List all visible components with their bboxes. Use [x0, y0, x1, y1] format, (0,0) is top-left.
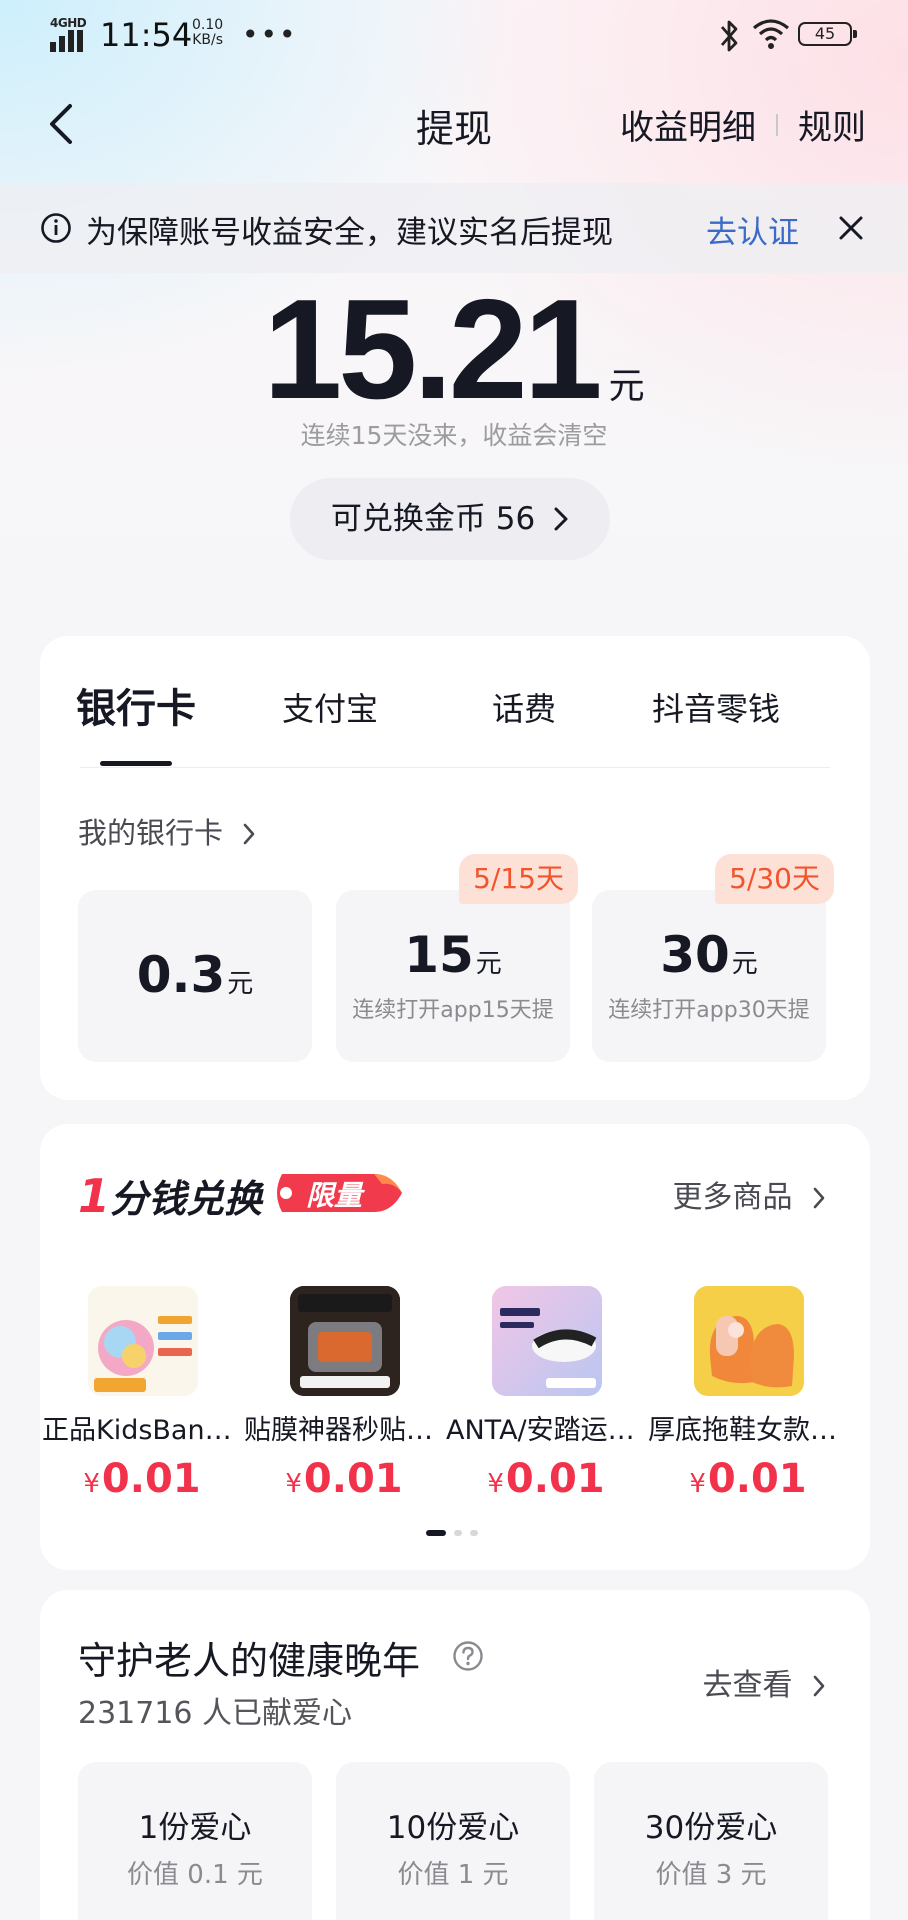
charity-card: 守护老人的健康晚年 231716 人已献爱心 去查看 1份爱心 价值 0.1 元… [40, 1590, 870, 1920]
network-type: 4GHD [50, 16, 87, 30]
close-icon[interactable] [836, 213, 866, 243]
withdraw-option-15[interactable]: 5/15天 15元 连续打开app15天提 [336, 854, 578, 1062]
withdraw-option-0-3[interactable]: 0.3元 [78, 890, 312, 1062]
product-image-hair-ties [88, 1286, 198, 1396]
option-condition: 连续打开app30天提 [608, 998, 810, 1023]
verify-notice-bar: 为保障账号收益安全，建议实名后提现 去认证 [0, 183, 908, 273]
signal-icon: 4GHD [50, 16, 88, 52]
product-price: ¥0.01 [285, 1456, 403, 1502]
charity-title: 守护老人的健康晚年 [78, 1639, 421, 1683]
earnings-detail-link[interactable]: 收益明细 [620, 100, 756, 149]
deals-title: 1分钱兑换 [78, 1169, 263, 1223]
help-question-icon[interactable] [452, 1640, 484, 1672]
chevron-right-icon [813, 1675, 825, 1697]
donation-option-10[interactable]: 10份爱心 价值 1 元 [336, 1762, 570, 1920]
status-time: 11:54 [100, 16, 193, 54]
battery-icon: 45 [798, 22, 857, 46]
limited-badge: 限量 [270, 1168, 406, 1218]
more-dots-icon: ••• [242, 18, 298, 51]
product-image-slippers [694, 1286, 804, 1396]
more-products-link[interactable]: 更多商品 [672, 1172, 826, 1216]
tab-divider [80, 767, 830, 768]
chevron-right-icon [554, 507, 568, 531]
balance-amount: 15.21 元 [263, 270, 645, 429]
tab-bank-card[interactable]: 银行卡 [76, 676, 196, 734]
progress-badge: 5/15天 [459, 854, 578, 904]
nav-divider [776, 113, 778, 136]
donation-option-30[interactable]: 30份爱心 价值 3 元 [594, 1762, 828, 1920]
chevron-right-icon [243, 823, 255, 845]
withdraw-option-30[interactable]: 5/30天 30元 连续打开app30天提 [592, 854, 834, 1062]
active-tab-indicator [100, 761, 172, 766]
product-name: ANTA/安踏运动发带 [446, 1415, 646, 1446]
donor-count: 231716 人已献爱心 [78, 1696, 353, 1731]
bluetooth-icon [720, 20, 738, 52]
product-name: 厚底拖鞋女款夏季 [648, 1415, 848, 1446]
tab-phone-credit[interactable]: 话费 [492, 684, 556, 730]
product-price: ¥0.01 [689, 1456, 807, 1502]
withdraw-method-card: 银行卡 支付宝 话费 抖音零钱 我的银行卡 0.3元 5/15天 15元 连续打… [40, 636, 870, 1100]
donation-option-1[interactable]: 1份爱心 价值 0.1 元 [78, 1762, 312, 1920]
wifi-icon [752, 19, 790, 49]
product-name: 贴膜神器秒贴无尘舱 [244, 1415, 444, 1446]
chevron-right-icon [813, 1187, 825, 1209]
option-condition: 连续打开app15天提 [352, 998, 554, 1023]
nav-actions: 收益明细 规则 [620, 100, 866, 149]
product-image-screen-tool [290, 1286, 400, 1396]
product-price: ¥0.01 [487, 1456, 605, 1502]
penny-deals-card: 1分钱兑换 限量 更多商品 正品KidsBand ¥0.01 贴膜神器秒贴无 ¥… [40, 1124, 870, 1570]
pager-dot-active [426, 1530, 446, 1536]
view-charity-link[interactable]: 去查看 [702, 1660, 826, 1704]
tab-alipay[interactable]: 支付宝 [282, 684, 378, 730]
pager-dot [470, 1530, 478, 1536]
tab-douyin-wallet[interactable]: 抖音零钱 [652, 684, 780, 730]
product-price: ¥0.01 [83, 1456, 201, 1502]
exchange-coins-button[interactable]: 可兑换金币 56 [290, 478, 610, 560]
withdraw-page: 4GHD 11:54 0.10 KB/s ••• 45 提现 收益明细 规则 为… [0, 0, 908, 1920]
pager-dot [454, 1530, 462, 1536]
verify-link[interactable]: 去认证 [706, 207, 799, 252]
my-bank-card-link[interactable]: 我的银行卡 [78, 810, 256, 852]
progress-badge: 5/30天 [715, 854, 834, 904]
info-icon [41, 213, 71, 243]
status-bar: 4GHD 11:54 0.10 KB/s ••• 45 [0, 0, 908, 72]
network-speed: 0.10 KB/s [192, 17, 224, 48]
product-name: 正品KidsBand儿童发圈 [42, 1415, 242, 1446]
balance-expiry-hint: 连续15天没来，收益会清空 [300, 421, 608, 450]
rules-link[interactable]: 规则 [798, 100, 866, 149]
notice-text: 为保障账号收益安全，建议实名后提现 [86, 215, 613, 251]
product-image-headband [492, 1286, 602, 1396]
